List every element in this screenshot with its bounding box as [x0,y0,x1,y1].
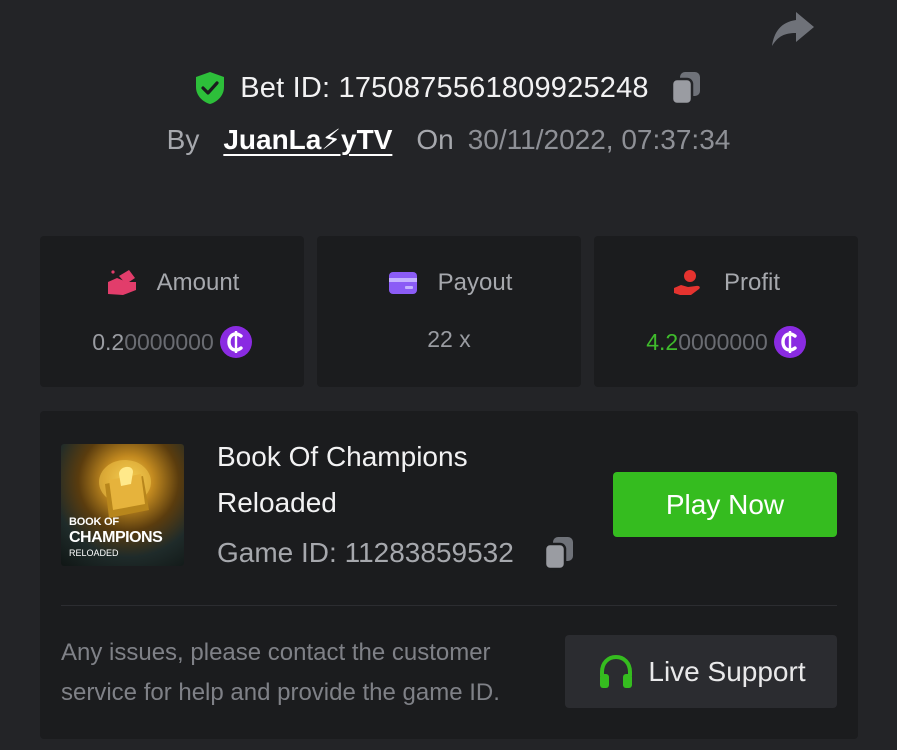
money-hand-icon [105,268,139,298]
profit-label: Profit [723,269,780,296]
live-support-label: Live Support [648,655,806,687]
shield-check-icon [194,71,226,105]
copy-icon[interactable] [542,535,576,571]
stat-card-profit: Profit 4.20000000 [594,236,858,387]
divider [61,605,837,606]
game-thumbnail[interactable]: BOOK OF CHAMPIONS RELOADED [61,444,184,566]
game-panel: BOOK OF CHAMPIONS RELOADED Book Of Champ… [40,411,858,739]
coin-icon [219,326,252,358]
support-hint-text: Any issues, please contact the customer … [61,639,500,706]
profit-value: 4.20000000 [594,326,858,358]
amount-value: 0.20000000 [40,326,304,358]
game-id-row: Game ID: 11283859532 [217,535,576,571]
amount-label: Amount [156,269,240,296]
coin-icon [773,326,806,358]
payout-value: 22 x [427,326,471,352]
game-title: Book Of Champions Reloaded [217,441,468,518]
payout-label: Payout [437,269,513,296]
play-now-button[interactable]: Play Now [613,472,837,537]
by-label: By [166,124,200,155]
thumbnail-title-line3: RELOADED [69,548,119,558]
bet-datetime: 30/11/2022, 07:37:34 [467,124,731,155]
live-support-button[interactable]: Live Support [565,635,837,708]
profit-hand-icon [672,268,706,298]
stat-card-payout: Payout 22 x [317,236,581,387]
bet-id-row: Bet ID: 1750875561809925248 [0,70,897,106]
share-icon[interactable] [770,8,816,48]
bet-id: Bet ID: 1750875561809925248 [240,71,649,104]
stat-card-amount: Amount 0.20000000 [40,236,304,387]
username-link[interactable]: JuanLa⚡yTV [223,123,392,156]
headset-icon [596,652,636,692]
on-label: On [416,124,454,155]
bet-author-row: By JuanLa⚡yTV On 30/11/2022, 07:37:34 [0,123,897,156]
copy-icon[interactable] [669,70,703,106]
game-id: Game ID: 11283859532 [217,537,514,568]
thumbnail-title-line2: CHAMPIONS [69,529,163,546]
wallet-card-icon [386,268,420,298]
thumbnail-title-line1: BOOK OF [69,516,119,528]
